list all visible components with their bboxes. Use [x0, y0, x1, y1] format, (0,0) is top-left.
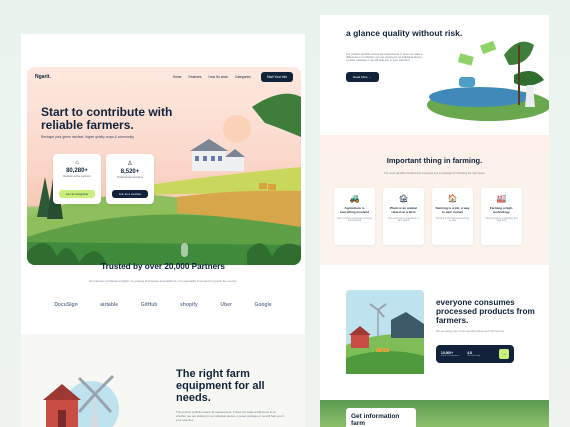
google-logo: Google [254, 302, 272, 308]
stat-label: Overall rating [467, 355, 481, 357]
trusted-subtitle: Our partners contribute to Ngarit. As gr… [88, 279, 238, 283]
stat-card-partners: ⌂ 80,280+ Register active partners Join … [53, 154, 101, 204]
tractor-icon: 🚜 [349, 194, 360, 203]
equipment-section: The right farm equipment for all needs. … [21, 334, 305, 427]
trusted-section: Trusted by over 20,000 Partners Our part… [21, 262, 305, 283]
stat-label: Register active partners [63, 175, 91, 178]
products-title: everyone consumes processed products fro… [436, 298, 535, 325]
info-card-job[interactable]: 🏠 Farming is a job, a way to earn money … [432, 188, 473, 245]
info-card-plant[interactable]: 🏚 Plant or an animal raised on a farm Fi… [383, 188, 424, 245]
stat-label: Professional members [117, 176, 143, 179]
card-title: Farming is a job, a way to earn money [435, 206, 470, 214]
silo-icon: 🏭 [496, 194, 507, 203]
hero-title: Start to contribute with reliable farmer… [41, 105, 173, 132]
start-button[interactable]: Start Your Info [260, 72, 293, 82]
nav-link-how-it-works[interactable]: How it's work [209, 75, 228, 79]
github-logo: GitHub [140, 302, 158, 308]
info-box: Get information farm [346, 408, 416, 427]
partner-logos: DocuSign airtable GitHub shopify Uber Go… [21, 302, 305, 308]
join-beginner-button[interactable]: Join as a beginner [59, 190, 95, 198]
info-card-agriculture[interactable]: 🚜 Agriculture is everything involved Far… [334, 188, 375, 245]
arrow-right-icon[interactable]: → [499, 349, 509, 359]
house-icon: 🏠 [447, 194, 458, 203]
info-title: Get information farm [351, 413, 400, 427]
scroll-indicator[interactable] [181, 243, 188, 257]
info-card-technology[interactable]: 🏭 Farming a high-technology Farming can … [481, 188, 522, 245]
card-title: Agriculture is everything involved [339, 206, 370, 214]
nav-link-features[interactable]: Features [189, 75, 202, 79]
uber-logo: Uber [220, 302, 232, 308]
important-section: Important thing in farming. The most val… [320, 135, 549, 265]
barn-icon: 🏚 [398, 194, 409, 203]
important-subtitle: The most valuable fundamental important … [383, 172, 486, 175]
home-icon: ⌂ [75, 160, 79, 166]
stat-card-members: ♙ 8,520+ Professional members Join as a … [106, 154, 154, 204]
read-more-button[interactable]: Read More → [346, 72, 379, 82]
products-stat-bar: 10,000+ Farm of customers 4.8 Overall ra… [436, 345, 514, 363]
quality-section: a glance quality without risk. Our produ… [320, 15, 549, 133]
card-desc: Fiveyear fruits or animals on a farm rai… [388, 217, 419, 222]
hero-section: Ngarit. Home Features How it's work Cate… [27, 67, 301, 265]
card-desc: Farm is all the production of crops and … [337, 217, 372, 222]
equipment-title: The right farm equipment for all needs. [176, 368, 265, 404]
card-desc: Farming is the business and way to earn [435, 217, 470, 222]
farm-barn-illustration [346, 290, 424, 374]
docusign-logo: DocuSign [54, 302, 78, 308]
nav-link-home[interactable]: Home [173, 75, 182, 79]
info-section: Get information farm [320, 400, 549, 427]
join-member-button[interactable]: Join as a member [112, 190, 148, 198]
windmill-illustration [43, 374, 119, 427]
top-nav: Ngarit. Home Features How it's work Cate… [27, 67, 301, 87]
quality-subtitle: Our product portfolio covers all require… [346, 53, 423, 62]
stat-label: Farm of customers [441, 355, 460, 357]
stat-value: 8,520+ [120, 169, 140, 175]
user-icon: ♙ [127, 161, 133, 167]
shopify-logo: shopify [180, 302, 198, 308]
landing-page-right: a glance quality without risk. Our produ… [320, 15, 549, 427]
important-title: Important thing in farming. [386, 156, 483, 165]
landing-page-left: Ngarit. Home Features How it's work Cate… [21, 34, 305, 427]
hero-subtitle: Reshape your green mindset, higher quali… [41, 135, 135, 139]
trusted-title: Trusted by over 20,000 Partners [101, 262, 225, 271]
money-plant-illustration [427, 40, 549, 121]
products-subtitle: We are taking care of the natural produc… [436, 330, 505, 333]
card-desc: Farming can be technology and high-tech [485, 217, 518, 222]
stat-rating: 4.8 Overall rating [467, 351, 480, 357]
stat-value: 80,280+ [66, 168, 88, 174]
equipment-subtitle: The product portfolio covers all require… [176, 410, 285, 422]
brand-logo[interactable]: Ngarit. [35, 74, 51, 80]
airtable-logo: airtable [100, 302, 119, 308]
products-section: everyone consumes processed products fro… [320, 270, 549, 395]
nav-link-categories[interactable]: Categories [235, 75, 251, 79]
stat-customers: 10,000+ Farm of customers [441, 351, 459, 357]
nav-links: Home Features How it's work Categories [173, 75, 251, 79]
card-title: Farming a high-technology [489, 206, 514, 214]
card-title: Plant or an animal raised on a farm [390, 206, 417, 214]
